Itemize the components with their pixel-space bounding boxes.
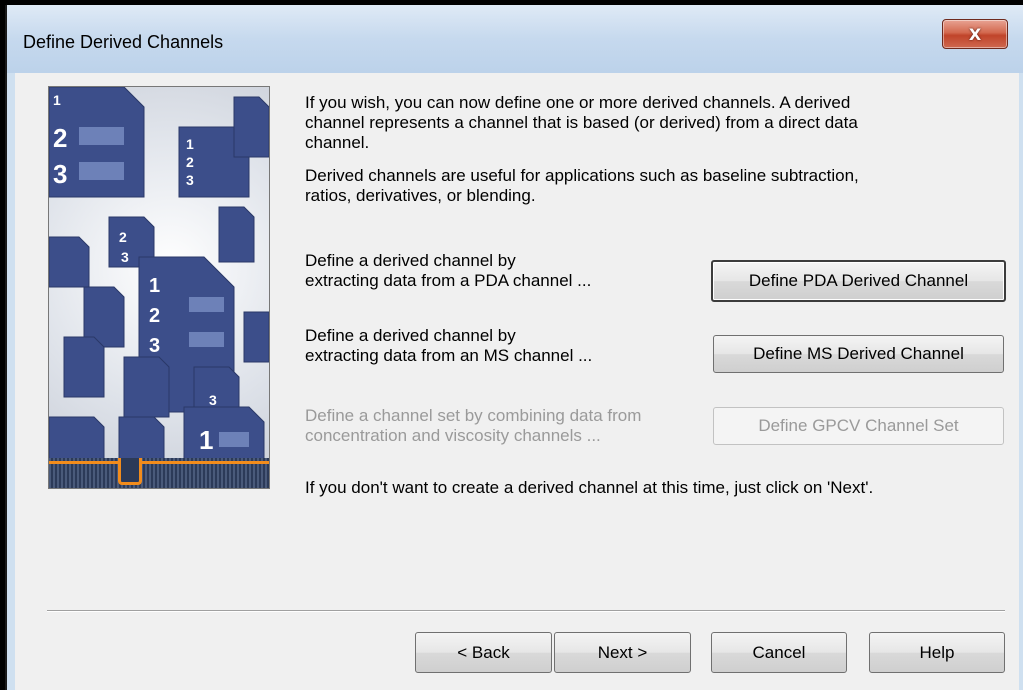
gpcv-description-line-2: concentration and viscosity channels ... [305, 426, 601, 445]
art-orange-line [49, 461, 269, 464]
define-gpcv-channel-set-button[interactable]: Define GPCV Channel Set [713, 407, 1004, 445]
ms-description-line-2: extracting data from an MS channel ... [305, 346, 593, 365]
art-digit-1: 1 [53, 92, 61, 108]
document-stack-illustration: 2 3 1 1 2 3 1 2 3 1 2 3 3 [49, 87, 269, 459]
dialog-client-area: 2 3 1 1 2 3 1 2 3 1 2 3 3 If you wish, y… [15, 73, 1019, 690]
button-row-separator [47, 610, 1005, 612]
pda-description-line-1: Define a derived channel by [305, 251, 516, 270]
window-right-border [1019, 73, 1023, 690]
intro-line-5: ratios, derivatives, or blending. [305, 186, 536, 205]
ms-description-line-1: Define a derived channel by [305, 326, 516, 345]
back-button[interactable]: < Back [415, 632, 552, 673]
next-button[interactable]: Next > [554, 632, 691, 673]
define-ms-derived-channel-button[interactable]: Define MS Derived Channel [713, 335, 1004, 373]
art-center-digit-2: 2 [149, 305, 160, 327]
art-lower-digit-3: 3 [209, 392, 217, 408]
art-digit-3: 3 [53, 159, 67, 189]
art-digit-2: 2 [53, 123, 67, 153]
close-button[interactable]: X [942, 19, 1008, 49]
close-icon: X [968, 24, 982, 44]
art-small-digit-3: 3 [186, 172, 194, 188]
art-mid-digit-2: 2 [119, 229, 127, 245]
art-mid-digit-3: 3 [121, 249, 129, 265]
title-bar[interactable]: Define Derived Channels X [7, 5, 1023, 73]
wizard-artwork: 2 3 1 1 2 3 1 2 3 1 2 3 3 [48, 86, 270, 489]
art-bottom-digit-1: 1 [199, 425, 213, 455]
art-orange-notch [118, 458, 142, 485]
dialog-window: Define Derived Channels X 2 3 1 1 2 3 1 … [5, 5, 1023, 690]
gpcv-description-line-1: Define a channel set by combining data f… [305, 406, 642, 425]
intro-line-3: channel. [305, 133, 370, 152]
define-pda-derived-channel-button[interactable]: Define PDA Derived Channel [711, 260, 1006, 302]
art-small-digit-2: 2 [186, 154, 194, 170]
window-title: Define Derived Channels [23, 32, 224, 52]
pda-description-line-2: extracting data from a PDA channel ... [305, 271, 592, 290]
cancel-button[interactable]: Cancel [711, 632, 847, 673]
intro-line-1: If you wish, you can now define one or m… [305, 93, 851, 112]
art-center-digit-3: 3 [149, 335, 160, 357]
intro-line-4: Derived channels are useful for applicat… [305, 166, 859, 185]
help-button[interactable]: Help [869, 632, 1005, 673]
art-small-digit-1: 1 [186, 136, 194, 152]
intro-line-2: channel represents a channel that is bas… [305, 113, 858, 132]
footer-note: If you don't want to create a derived ch… [305, 478, 874, 497]
art-center-digit-1: 1 [149, 275, 160, 297]
